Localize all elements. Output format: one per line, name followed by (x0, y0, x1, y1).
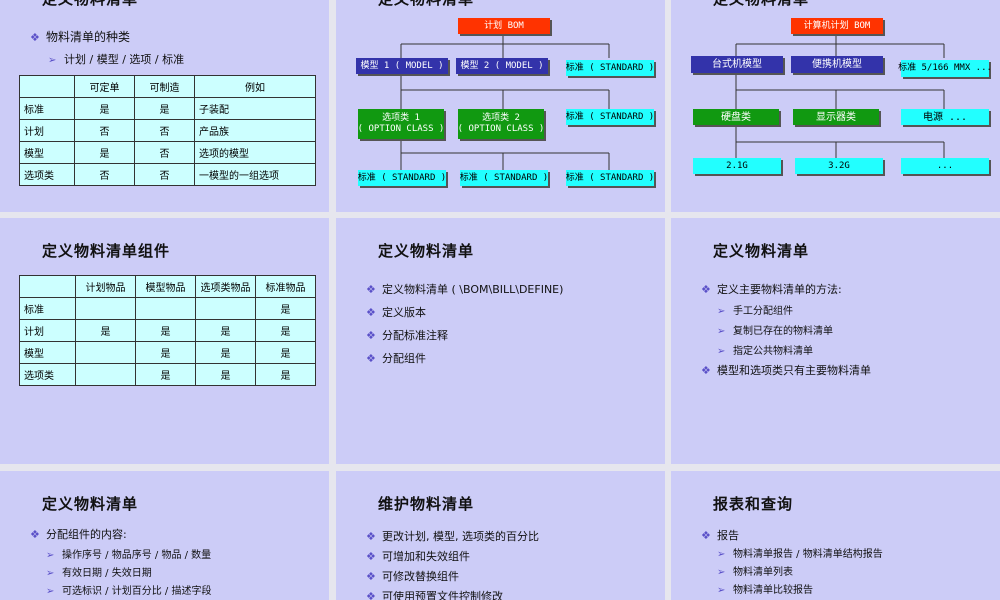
slide-7[interactable]: 定义物料清单 ❖ 分配组件的内容: ➢ 操作序号 / 物品序号 / 物品 / 数量 … (0, 471, 329, 600)
slide-2[interactable]: 定义物料清单 计划 BOM 模型 1 ( MODEL ) 模型 2 ( MODE… (336, 0, 665, 212)
bullet-marker-icon: ❖ (366, 283, 376, 296)
root-bom-box[interactable]: 计划 BOM (458, 18, 550, 34)
arrow-marker-icon: ➢ (717, 567, 726, 578)
sub-bullet: ➢ 可选标识 / 计划百分比 / 描述字段 (46, 586, 212, 597)
slide-title: 定义物料清单组件 (42, 242, 171, 260)
bullet-marker-icon: ❖ (30, 528, 40, 541)
table-row: 模型是否选项的模型 (19, 141, 316, 164)
option-class-box[interactable]: 选项类 2( OPTION CLASS ) (458, 109, 544, 139)
slide-title: 维护物料清单 (378, 495, 475, 513)
arrow-marker-icon: ➢ (46, 550, 55, 561)
slide-title: 定义物料清单 (42, 495, 139, 513)
slide-5[interactable]: 定义物料清单 ❖ 定义物料清单 ( \BOM\BILL\DEFINE) ❖ 定义版本… (336, 218, 665, 464)
table-header-row: 可定单 可制造 例如 (19, 75, 316, 98)
standard-box[interactable]: 3.2G (795, 158, 883, 174)
sub-bullet: ➢ 指定公共物料清单 (717, 346, 813, 357)
standard-box[interactable]: ... (901, 158, 989, 174)
bullet: ❖ 可增加和失效组件 (366, 550, 470, 563)
slide-3[interactable]: 定义物料清单 计算机计划 BOM 台式机模型 便携机模型 标准 5/166 MM… (671, 0, 1000, 212)
standard-box[interactable]: 标准 5/166 MMX ... (898, 60, 992, 77)
bullet: ❖ 分配组件的内容: (30, 528, 127, 541)
slide-1[interactable]: 定义物料清单 ❖物料清单的种类 ➢计划 / 模型 / 选项 / 标准 可定单 可… (0, 0, 329, 212)
sub-bullet: ➢ 有效日期 / 失效日期 (46, 568, 152, 579)
arrow-marker-icon: ➢ (46, 586, 55, 597)
slide-6[interactable]: 定义物料清单 ❖ 定义主要物料清单的方法: ➢ 手工分配组件 ➢ 复制已存在的物料清单… (671, 218, 1000, 464)
slide-title: 定义物料清单 (42, 0, 138, 9)
bullet-marker-icon: ❖ (366, 590, 376, 600)
model-box[interactable]: 模型 2 ( MODEL ) (456, 58, 548, 74)
root-bom-box[interactable]: 计算机计划 BOM (791, 18, 883, 34)
bullet: ❖ 定义版本 (366, 306, 426, 319)
option-class-box[interactable]: 显示器类 (793, 109, 879, 125)
arrow-marker-icon: ➢ (717, 306, 726, 317)
bullet: ❖ 可修改替换组件 (366, 570, 459, 583)
arrow-marker-icon: ➢ (46, 568, 55, 579)
slide-9[interactable]: 报表和查询 ❖ 报告 ➢ 物料清单报告 / 物料清单结构报告 ➢ 物料清单列表 ➢ 物料… (671, 471, 1000, 600)
table-row: 计划是是是是 (19, 319, 316, 342)
slide-title: 报表和查询 (713, 495, 794, 513)
model-box[interactable]: 台式机模型 (691, 56, 783, 73)
model-box[interactable]: 便携机模型 (791, 56, 883, 73)
slide-8[interactable]: 维护物料清单 ❖ 更改计划, 模型, 选项类的百分比 ❖ 可增加和失效组件 ❖ 可修改… (336, 471, 665, 600)
bullet: ❖ 可使用预置文件控制修改 (366, 588, 503, 600)
sub-bullet: ➢ 操作序号 / 物品序号 / 物品 / 数量 (46, 550, 212, 561)
bullet: ❖ 分配标准注释 (366, 329, 448, 342)
bullet-marker-icon: ❖ (366, 550, 376, 563)
model-box[interactable]: 模型 1 ( MODEL ) (356, 58, 448, 74)
sub-bullet: ➢ 物料清单报告 / 物料清单结构报告 (717, 549, 883, 560)
table-header-row: 计划物品 模型物品 选项类物品 标准物品 (19, 275, 316, 298)
bullet-marker-icon: ❖ (366, 352, 376, 365)
bullet-marker-icon: ❖ (701, 283, 711, 296)
standard-box[interactable]: 标准 ( STANDARD ) (566, 109, 654, 125)
table-row: 标准是 (19, 297, 316, 320)
bullet-marker-icon: ❖ (366, 329, 376, 342)
standard-box[interactable]: 2.1G (693, 158, 781, 174)
bom-components-table: 计划物品 模型物品 选项类物品 标准物品 标准是 计划是是是是 模型是是是 选项… (19, 275, 316, 386)
sub-bullet: ➢ 手工分配组件 (717, 306, 793, 317)
table-row: 标准是是子装配 (19, 97, 316, 120)
table-row: 选项类是是是 (19, 363, 316, 386)
standard-box[interactable]: 标准 ( STANDARD ) (358, 170, 446, 186)
bullet: ❖ 物料清单的种类 (30, 30, 131, 44)
standard-box[interactable]: 标准 ( STANDARD ) (566, 60, 654, 76)
table-row: 计划否否产品族 (19, 119, 316, 142)
sub-bullet: ➢ 物料清单列表 (717, 567, 793, 578)
bullet: ❖ 定义主要物料清单的方法: (701, 283, 842, 296)
standard-box[interactable]: 标准 ( STANDARD ) (566, 170, 654, 186)
arrow-marker-icon: ➢ (717, 585, 726, 596)
bullet: ❖ 模型和选项类只有主要物料清单 (701, 364, 871, 377)
arrow-marker-icon: ➢ (717, 346, 726, 357)
arrow-marker-icon: ➢ (717, 326, 726, 337)
sub-bullet: ➢ 计划 / 模型 / 选项 / 标准 (48, 53, 185, 66)
bom-types-table: 可定单 可制造 例如 标准是是子装配 计划否否产品族 模型是否选项的模型 选项类… (19, 75, 316, 186)
bullet: ❖ 定义物料清单 ( \BOM\BILL\DEFINE) (366, 283, 564, 296)
table-row: 模型是是是 (19, 341, 316, 364)
bullet-marker-icon: ❖ (366, 570, 376, 583)
bullet: ❖ 分配组件 (366, 352, 426, 365)
bullet-marker-icon: ❖ (366, 306, 376, 319)
slide-4[interactable]: 定义物料清单组件 计划物品 模型物品 选项类物品 标准物品 标准是 计划是是是是… (0, 218, 329, 464)
slide-title: 定义物料清单 (378, 242, 475, 260)
slide-title: 定义物料清单 (713, 242, 810, 260)
option-class-box[interactable]: 硬盘类 (693, 109, 779, 125)
arrow-marker-icon: ➢ (717, 549, 726, 560)
table-row: 选项类否否一模型的一组选项 (19, 163, 316, 186)
standard-box[interactable]: 电源 ... (901, 109, 989, 125)
sub-bullet: ➢ 复制已存在的物料清单 (717, 326, 833, 337)
bullet-marker-icon: ❖ (701, 364, 711, 377)
option-class-box[interactable]: 选项类 1( OPTION CLASS ) (358, 109, 444, 139)
bullet-marker-icon: ❖ (30, 31, 40, 44)
bullet-marker-icon: ❖ (701, 529, 711, 542)
sub-bullet: ➢ 物料清单比较报告 (717, 585, 813, 596)
standard-box[interactable]: 标准 ( STANDARD ) (460, 170, 548, 186)
bullet-marker-icon: ❖ (366, 530, 376, 543)
arrow-marker-icon: ➢ (48, 55, 57, 66)
bullet: ❖ 更改计划, 模型, 选项类的百分比 (366, 530, 539, 543)
bullet: ❖ 报告 (701, 529, 739, 542)
